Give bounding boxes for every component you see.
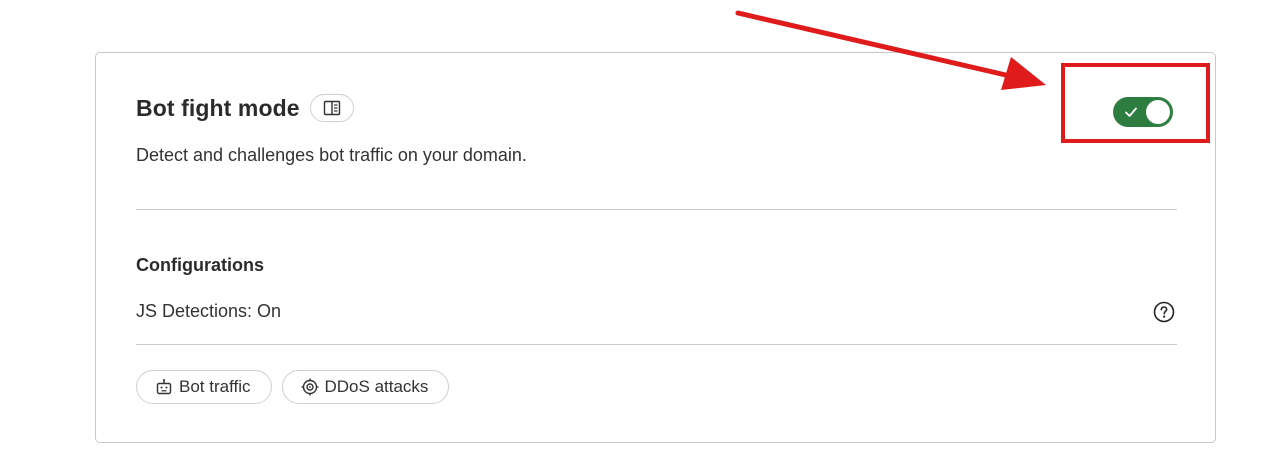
annotation-highlight-box (1061, 63, 1210, 143)
tag-label: Bot traffic (179, 377, 251, 396)
tag-bot-traffic[interactable]: Bot traffic (136, 370, 272, 404)
title-row: Bot fight mode (136, 94, 354, 122)
tag-ddos-attacks[interactable]: DDoS attacks (281, 370, 450, 404)
divider (136, 344, 1177, 345)
tag-list: Bot traffic DDoS attacks (136, 370, 450, 404)
book-icon (323, 100, 340, 116)
robot-icon (156, 379, 172, 395)
card-description: Detect and challenges bot traffic on you… (136, 145, 527, 165)
page: Bot fight mode Detect and challenges bot… (0, 0, 1278, 476)
documentation-button[interactable] (309, 94, 354, 122)
tag-label: DDoS attacks (324, 377, 429, 396)
configurations-heading: Configurations (136, 255, 264, 275)
js-detections-status: JS Detections: On (136, 301, 282, 321)
card-title: Bot fight mode (136, 94, 300, 121)
bot-fight-mode-card: Bot fight mode Detect and challenges bot… (95, 52, 1216, 443)
crosshair-icon (301, 378, 318, 396)
divider (136, 209, 1177, 210)
help-icon[interactable] (1153, 301, 1175, 323)
